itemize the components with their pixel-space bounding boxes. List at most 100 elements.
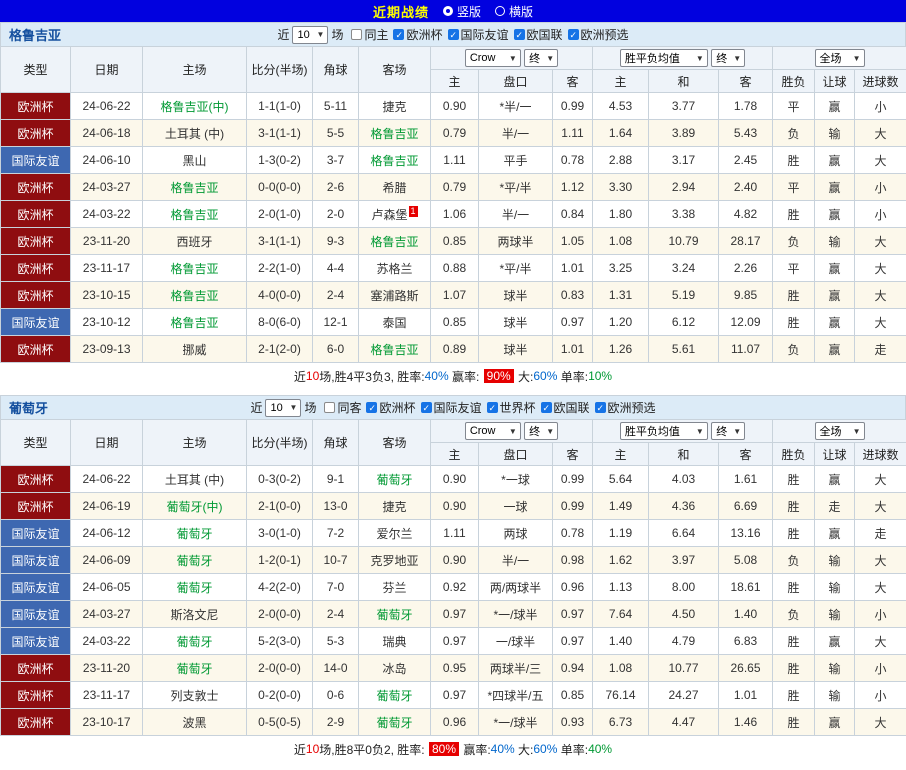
europe-avg-select[interactable]: 胜平负均值 ▼: [620, 422, 708, 440]
ah-home-odds-cell: 0.89: [431, 336, 479, 363]
recent-count-value: 10: [297, 29, 309, 41]
filter-checkbox-3[interactable]: 世界杯: [487, 399, 536, 416]
lose-odds-cell: 11.07: [719, 336, 773, 363]
away-team-name: 葡萄牙: [376, 473, 412, 487]
away-team-cell: 葡萄牙: [359, 601, 431, 628]
checkbox-checked-icon: [421, 402, 432, 413]
match-row: 欧洲杯24-03-27格鲁吉亚0-0(0-0)2-6希腊0.79*平/半1.12…: [1, 174, 906, 201]
ah-away-odds-cell: 0.78: [553, 147, 593, 174]
scope-select[interactable]: 全场 ▼: [815, 49, 865, 67]
summary-segment: 60%: [533, 742, 557, 756]
filter-checkbox-0[interactable]: 同客: [324, 399, 361, 416]
filter-checkbox-2[interactable]: 国际友谊: [421, 399, 482, 416]
result-cell: 胜: [773, 709, 815, 736]
score-cell: 1-3(0-2): [247, 147, 313, 174]
home-team-cell: 格鲁吉亚: [143, 282, 247, 309]
filter-checkbox-0[interactable]: 同主: [351, 26, 388, 43]
goals-cell: 大: [855, 574, 906, 601]
score-cell: 2-1(2-0): [247, 336, 313, 363]
lose-odds-cell: 12.09: [719, 309, 773, 336]
ah-away-odds-cell: 0.99: [553, 466, 593, 493]
ah-away-odds-cell: 0.96: [553, 574, 593, 601]
result-cell: 胜: [773, 201, 815, 228]
filter-checkbox-label: 同客: [337, 399, 361, 416]
lose-odds-cell: 2.45: [719, 147, 773, 174]
match-row: 欧洲杯23-10-15格鲁吉亚4-0(0-0)2-4塞浦路斯1.07球半0.83…: [1, 282, 906, 309]
ah-away-odds-cell: 0.97: [553, 628, 593, 655]
chevron-down-icon: ▼: [853, 427, 861, 436]
draw-odds-cell: 4.47: [649, 709, 719, 736]
lose-odds-cell: 28.17: [719, 228, 773, 255]
corner-cell: 5-3: [313, 628, 359, 655]
corner-cell: 5-11: [313, 93, 359, 120]
home-team-cell: 格鲁吉亚(中): [143, 93, 247, 120]
result-cell: 负: [773, 601, 815, 628]
away-team-cell: 格鲁吉亚: [359, 147, 431, 174]
away-team-name: 爱尔兰: [376, 527, 412, 541]
filter-checkbox-label: 国际友谊: [461, 26, 509, 43]
competition-type-cell: 欧洲杯: [1, 201, 71, 228]
layout-radio-vertical[interactable]: 竖版: [443, 3, 481, 20]
date-cell: 24-06-12: [71, 520, 143, 547]
away-team-cell: 捷克: [359, 93, 431, 120]
recent-count-select[interactable]: 10 ▼: [265, 399, 301, 417]
competition-type-cell: 国际友谊: [1, 309, 71, 336]
odds-source-select[interactable]: Crow ▼: [465, 49, 521, 67]
handicap-result-cell: 赢: [815, 282, 855, 309]
result-cell: 平: [773, 174, 815, 201]
ah-away-odds-cell: 1.01: [553, 255, 593, 282]
filter-checkbox-5[interactable]: 欧洲预选: [595, 399, 656, 416]
filter-checkbox-3[interactable]: 欧国联: [514, 26, 563, 43]
result-cell: 胜: [773, 655, 815, 682]
checkbox-checked-icon: [393, 29, 404, 40]
scope-select[interactable]: 全场 ▼: [815, 422, 865, 440]
lose-odds-cell: 2.40: [719, 174, 773, 201]
filter-checkbox-4[interactable]: 欧洲预选: [568, 26, 629, 43]
score-cell: 0-3(0-2): [247, 466, 313, 493]
competition-type-cell: 欧洲杯: [1, 466, 71, 493]
score-cell: 2-1(0-0): [247, 493, 313, 520]
handicap-result-cell: 赢: [815, 520, 855, 547]
red-card-badge: 1: [409, 206, 418, 217]
odds-source-select[interactable]: Crow ▼: [465, 422, 521, 440]
europe-avg-select[interactable]: 胜平负均值 ▼: [620, 49, 708, 67]
europe-final-select[interactable]: 终 ▼: [711, 49, 745, 67]
ah-away-odds-cell: 1.05: [553, 228, 593, 255]
odds-final-value: 终: [529, 50, 540, 66]
filter-checkbox-2[interactable]: 国际友谊: [448, 26, 509, 43]
score-cell: 2-0(0-0): [247, 655, 313, 682]
radio-unselected-icon: [495, 6, 505, 16]
competition-type-cell: 国际友谊: [1, 628, 71, 655]
competition-type-cell: 欧洲杯: [1, 682, 71, 709]
score-cell: 3-1(1-1): [247, 120, 313, 147]
filter-bar: 近 10 ▼ 场 同主欧洲杯国际友谊欧国联欧洲预选: [277, 26, 628, 44]
layout-radio-horizontal[interactable]: 横版: [495, 3, 533, 20]
home-team-cell: 土耳其 (中): [143, 466, 247, 493]
competition-type-cell: 国际友谊: [1, 547, 71, 574]
corner-cell: 4-4: [313, 255, 359, 282]
recent-count-select[interactable]: 10 ▼: [292, 26, 328, 44]
filter-checkbox-1[interactable]: 欧洲杯: [366, 399, 415, 416]
odds-final-select[interactable]: 终 ▼: [524, 422, 558, 440]
chevron-down-icon: ▼: [733, 427, 741, 436]
home-team-name: 黑山: [182, 154, 206, 168]
handicap-cell: 两/两球半: [479, 574, 553, 601]
competition-type-cell: 国际友谊: [1, 147, 71, 174]
ah-home-odds-cell: 0.88: [431, 255, 479, 282]
europe-final-select[interactable]: 终 ▼: [711, 422, 745, 440]
match-row: 欧洲杯24-06-22格鲁吉亚(中)1-1(1-0)5-11捷克0.90*半/一…: [1, 93, 906, 120]
handicap-cell: *四球半/五: [479, 682, 553, 709]
competition-type-cell: 欧洲杯: [1, 174, 71, 201]
match-row: 国际友谊24-03-22葡萄牙5-2(3-0)5-3瑞典0.97一/球半0.97…: [1, 628, 906, 655]
handicap-result-cell: 走: [815, 493, 855, 520]
odds-final-select[interactable]: 终 ▼: [524, 49, 558, 67]
win-odds-cell: 1.20: [593, 309, 649, 336]
filter-checkbox-4[interactable]: 欧国联: [541, 399, 590, 416]
match-row: 国际友谊24-06-10黑山1-3(0-2)3-7格鲁吉亚1.11平手0.782…: [1, 147, 906, 174]
goals-cell: 大: [855, 547, 906, 574]
lose-odds-cell: 1.46: [719, 709, 773, 736]
filter-checkbox-1[interactable]: 欧洲杯: [393, 26, 442, 43]
unit-label: 场: [304, 399, 316, 416]
goals-cell: 走: [855, 336, 906, 363]
win-odds-cell: 1.49: [593, 493, 649, 520]
